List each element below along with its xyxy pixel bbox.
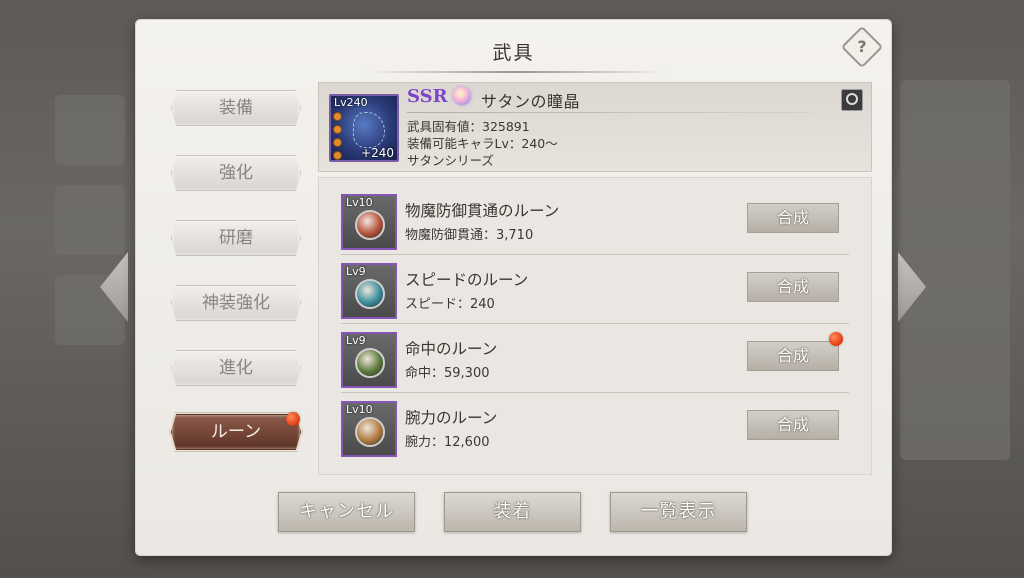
cancel-button[interactable]: キャンセル (278, 492, 415, 532)
combine-button[interactable]: 合成 (747, 272, 839, 302)
equip-button[interactable]: 装着 (444, 492, 581, 532)
tab-enhance[interactable]: 強化 (171, 155, 301, 191)
item-rarity: SSR (407, 86, 448, 107)
tab-polish[interactable]: 研磨 (171, 220, 301, 256)
combine-button[interactable]: 合成 (747, 203, 839, 233)
rune-stat: 命中：59,300 (405, 366, 490, 381)
tab-rune-notification-badge (286, 412, 300, 426)
dialog-title: 武具 (492, 42, 535, 64)
rune-name: 物魔防御貫通のルーン (405, 202, 560, 220)
rune-name: 命中のルーン (405, 340, 498, 358)
rune-stat: 物魔防御貫通：3,710 (405, 228, 534, 243)
tab-divine-enhance[interactable]: 神装強化 (171, 285, 301, 321)
rune-icon[interactable]: Lv10 (341, 401, 397, 457)
lock-icon[interactable] (841, 89, 863, 111)
list-view-button[interactable]: 一覧表示 (610, 492, 747, 532)
list-item: Lv10 物魔防御貫通のルーン 物魔防御貫通：3,710 合成 (319, 186, 871, 255)
list-item: Lv10 腕力のルーン 腕力：12,600 合成 (319, 393, 871, 461)
list-item: Lv9 命中のルーン 命中：59,300 合成 (319, 324, 871, 393)
rune-orb-icon (355, 279, 385, 309)
title-divider (366, 71, 666, 73)
item-summary: Lv240 +240 SSR サタンの瞳晶 武具固有値：325891 装備可能キ… (318, 82, 872, 172)
rune-icon[interactable]: Lv9 (341, 263, 397, 319)
rune-icon[interactable]: Lv9 (341, 332, 397, 388)
tab-evolve[interactable]: 進化 (171, 350, 301, 386)
combine-notification-badge (829, 332, 843, 346)
item-artwork (353, 112, 385, 148)
rune-orb-icon (355, 348, 385, 378)
item-name-divider (407, 112, 811, 113)
combine-button[interactable]: 合成 (747, 410, 839, 440)
rune-list: Lv10 物魔防御貫通のルーン 物魔防御貫通：3,710 合成 Lv9 スピード… (318, 177, 872, 475)
rarity-orb-icon (453, 87, 471, 105)
rune-stat: 腕力：12,600 (405, 435, 490, 450)
combine-button[interactable]: 合成 (747, 341, 839, 371)
tab-equip[interactable]: 装備 (171, 90, 301, 126)
list-item: Lv9 スピードのルーン スピード：240 合成 (319, 255, 871, 324)
rune-orb-icon (355, 417, 385, 447)
rune-slot-indicators (333, 112, 342, 164)
tab-rune[interactable]: ルーン (171, 414, 301, 450)
item-series: サタンシリーズ (407, 153, 494, 168)
rune-name: スピードのルーン (405, 271, 529, 289)
item-name: サタンの瞳晶 (481, 92, 581, 111)
rune-stat: スピード：240 (405, 297, 495, 312)
item-plus: +240 (361, 146, 394, 160)
equipment-dialog: 武具 ? 装備 強化 研磨 神装強化 進化 ルーン Lv240 +240 SSR… (136, 20, 891, 555)
rune-name: 腕力のルーン (405, 409, 498, 427)
item-level: Lv240 (334, 96, 368, 109)
item-thumbnail[interactable]: Lv240 +240 (329, 94, 399, 162)
rune-orb-icon (355, 210, 385, 240)
rune-icon[interactable]: Lv10 (341, 194, 397, 250)
